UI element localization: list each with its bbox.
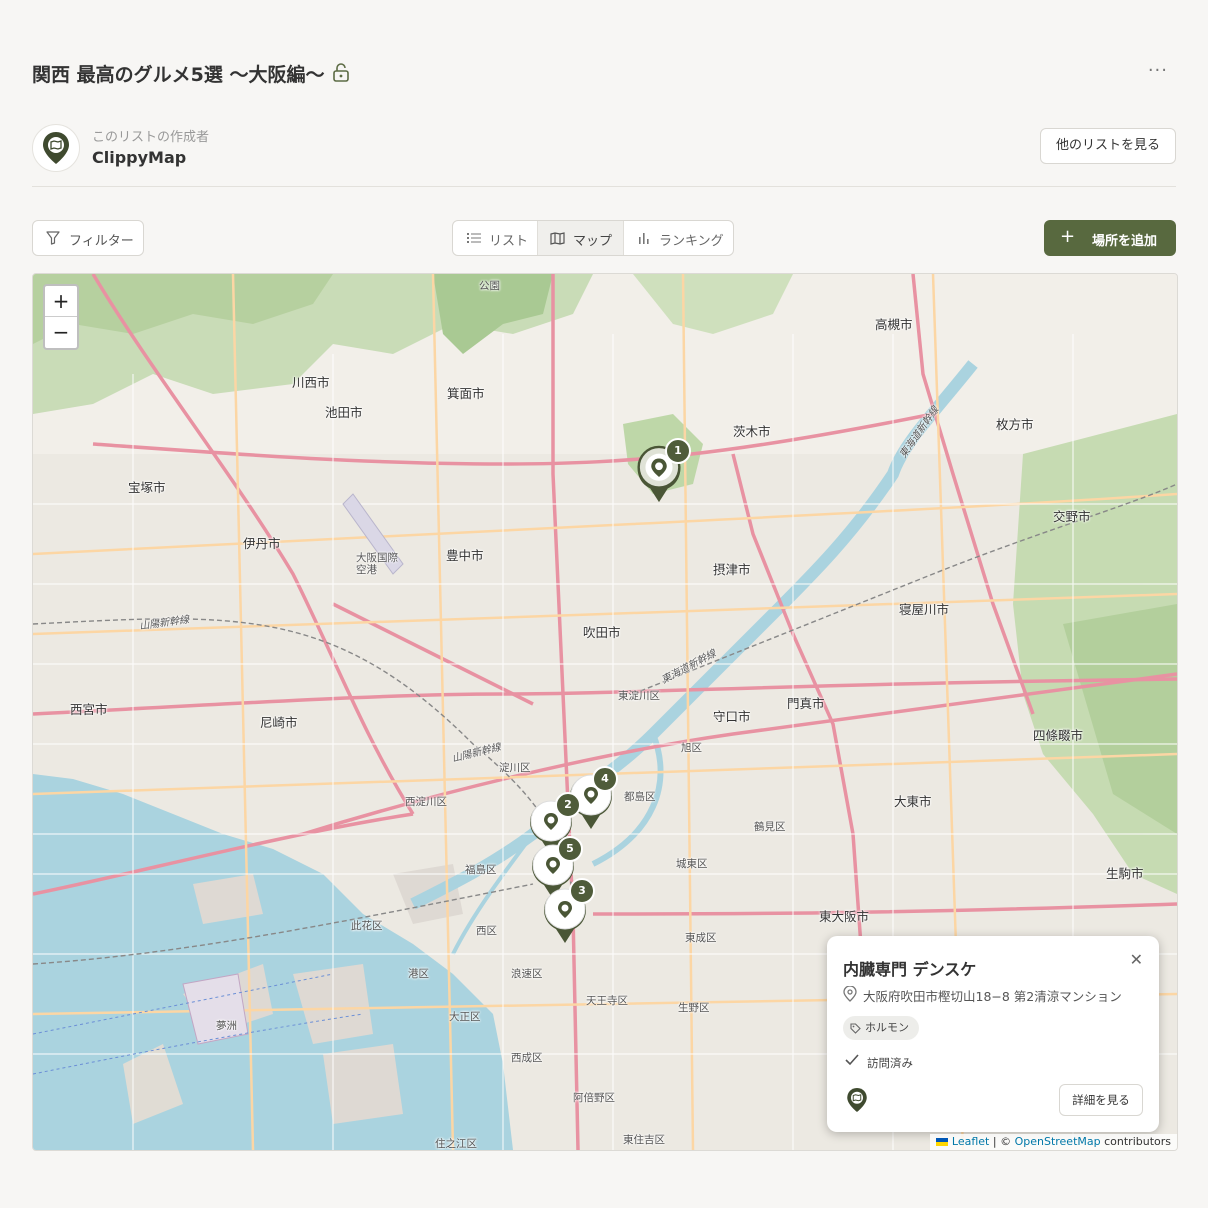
- map-label: 茨木市: [733, 424, 771, 439]
- filter-icon: [46, 231, 60, 245]
- popup-address: 大阪府吹田市樫切山18−8 第2清涼マンション: [863, 989, 1122, 1004]
- tab-map[interactable]: マップ: [538, 221, 623, 255]
- map-label: 公園: [479, 280, 500, 292]
- pin-badge-1: 1: [665, 438, 691, 464]
- creator-subtitle: このリストの作成者: [92, 130, 210, 145]
- filter-button[interactable]: フィルター: [32, 220, 144, 256]
- map-label: 池田市: [325, 405, 363, 420]
- location-pin-icon: [843, 986, 857, 1002]
- pin-badge-4: 4: [592, 766, 618, 792]
- tab-ranking[interactable]: ランキング: [624, 221, 733, 255]
- view-switcher: リスト マップ ランキング: [452, 220, 734, 256]
- map-label: 西区: [476, 925, 497, 937]
- close-icon[interactable]: ✕: [1130, 950, 1143, 969]
- avatar[interactable]: [32, 124, 80, 172]
- map-label: 宝塚市: [128, 480, 166, 495]
- map-label: 夢洲: [216, 1020, 237, 1032]
- map-label: 都島区: [624, 791, 656, 803]
- map-label: 住之江区: [435, 1138, 477, 1150]
- map-label: 大東市: [894, 794, 932, 809]
- leaflet-link[interactable]: Leaflet: [952, 1135, 989, 1148]
- add-place-button[interactable]: + 場所を追加: [1044, 220, 1176, 256]
- ukraine-flag-icon: [936, 1138, 949, 1146]
- pin-badge-3: 3: [569, 878, 595, 904]
- tab-list[interactable]: リスト: [453, 221, 537, 255]
- map-label: 生駒市: [1106, 866, 1144, 881]
- map-label: 大正区: [449, 1011, 481, 1023]
- map-label: 伊丹市: [243, 536, 281, 551]
- tab-list-label: リスト: [489, 234, 529, 249]
- map-label: 交野市: [1053, 509, 1091, 524]
- unlock-icon[interactable]: [332, 62, 350, 82]
- more-options-icon[interactable]: ···: [1148, 60, 1168, 81]
- map-label: 天王寺区: [586, 995, 628, 1007]
- creator-section: このリストの作成者 ClippyMap 他のリストを見る: [32, 122, 1176, 187]
- map-label: 川西市: [292, 375, 330, 390]
- add-place-label: 場所を追加: [1092, 234, 1158, 249]
- tab-ranking-label: ランキング: [659, 234, 724, 249]
- osm-link[interactable]: OpenStreetMap: [1015, 1135, 1101, 1148]
- tag-icon: [850, 1023, 861, 1034]
- pin-badge-2: 2: [555, 792, 581, 818]
- clippymap-logo-icon: [847, 1088, 867, 1112]
- map-label: 東住吉区: [623, 1134, 665, 1146]
- popup-title[interactable]: 内臓専門 デンスケ: [843, 956, 976, 980]
- map-label: 東大阪市: [819, 909, 870, 924]
- view-details-button[interactable]: 詳細を見る: [1059, 1084, 1143, 1116]
- map-label: 生野区: [678, 1002, 710, 1014]
- map-label: 枚方市: [996, 417, 1034, 432]
- map-label: 港区: [408, 968, 429, 980]
- zoom-out-button[interactable]: −: [45, 317, 77, 347]
- map-label: 福島区: [465, 864, 497, 876]
- tag-label: ホルモン: [865, 1021, 909, 1034]
- map-label: 箕面市: [447, 386, 485, 401]
- map-view[interactable]: + − 高槻市 川西市 箕面市 池田市 茨木市 枚方市 宝塚市 交野市 伊丹市 …: [32, 273, 1178, 1151]
- map-label: 門真市: [787, 696, 825, 711]
- page-title: 関西 最高のグルメ5選 〜大阪編〜: [32, 64, 325, 86]
- map-label: 西淀川区: [405, 796, 447, 808]
- map-label: 大阪国際空港: [356, 552, 398, 576]
- map-label: 東淀川区: [618, 690, 660, 702]
- title-row: 関西 最高のグルメ5選 〜大阪編〜 ···: [32, 56, 1176, 92]
- map-label: 浪速区: [511, 968, 543, 980]
- place-popup: 内臓専門 デンスケ ✕ 大阪府吹田市樫切山18−8 第2清涼マンション ホルモン…: [827, 936, 1159, 1132]
- map-label: 城東区: [676, 858, 708, 870]
- map-label: 東成区: [685, 932, 717, 944]
- map-label: 鶴見区: [754, 821, 786, 833]
- map-label: 豊中市: [446, 548, 484, 563]
- category-tag[interactable]: ホルモン: [843, 1016, 919, 1040]
- map-label: 守口市: [713, 709, 751, 724]
- map-label: 高槻市: [875, 317, 913, 332]
- map-label: 西成区: [511, 1052, 543, 1064]
- visited-status: 訪問済み: [867, 1056, 913, 1070]
- clippymap-logo-icon: [43, 132, 69, 164]
- map-label: 四條畷市: [1033, 728, 1084, 743]
- pin-badge-5: 5: [557, 836, 583, 862]
- map-label: 阿倍野区: [573, 1092, 615, 1104]
- attribution-separator: | ©: [989, 1135, 1015, 1148]
- map-label: 尼崎市: [260, 715, 298, 730]
- map-label: 吹田市: [583, 625, 621, 640]
- check-icon: [845, 1054, 859, 1066]
- tab-map-label: マップ: [573, 234, 613, 249]
- zoom-control: + −: [43, 284, 79, 350]
- attribution-contributors: contributors: [1100, 1135, 1171, 1148]
- bar-chart-icon: [639, 233, 649, 244]
- zoom-in-button[interactable]: +: [45, 286, 77, 317]
- map-icon: [550, 232, 565, 245]
- list-icon: [467, 233, 481, 243]
- map-label: 此花区: [351, 920, 383, 932]
- creator-name[interactable]: ClippyMap: [92, 148, 186, 167]
- map-label: 摂津市: [713, 562, 751, 577]
- map-label: 寝屋川市: [899, 602, 950, 617]
- plus-icon: +: [1060, 226, 1076, 247]
- map-attribution: Leaflet | © OpenStreetMap contributors: [930, 1134, 1177, 1150]
- map-label: 淀川区: [499, 762, 531, 774]
- map-label: 旭区: [681, 742, 702, 754]
- filter-label: フィルター: [69, 234, 134, 249]
- map-label: 西宮市: [70, 702, 108, 717]
- other-lists-button[interactable]: 他のリストを見る: [1040, 128, 1176, 164]
